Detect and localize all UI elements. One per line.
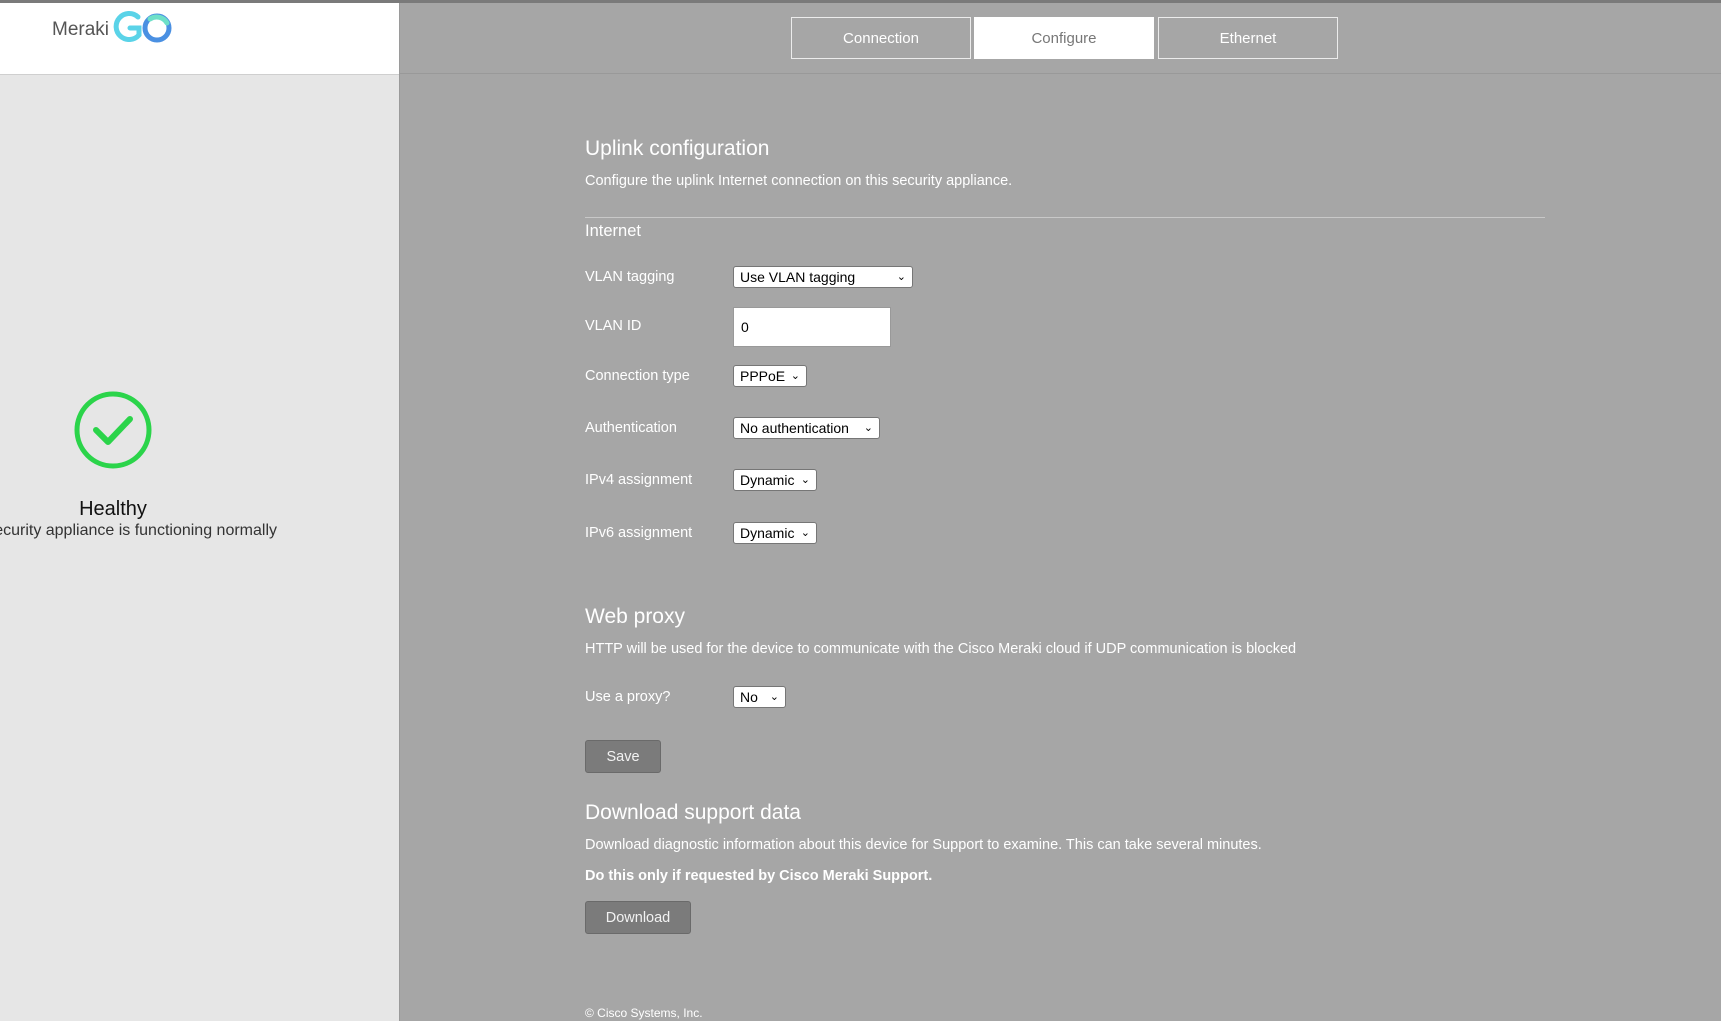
- chevron-down-icon: ⌄: [769, 691, 779, 703]
- chevron-down-icon: ⌄: [800, 474, 810, 486]
- connection-type-label: Connection type: [585, 368, 690, 384]
- ipv4-assignment-value: Dynamic: [740, 472, 795, 488]
- connection-type-value: PPPoE: [740, 368, 786, 384]
- chevron-down-icon: ⌄: [800, 527, 810, 539]
- connection-type-select[interactable]: PPPoE ⌄: [733, 365, 807, 387]
- tab-bar: Connection Configure Ethernet: [400, 3, 1721, 74]
- support-title: Download support data: [585, 801, 801, 824]
- chevron-down-icon: ⌄: [863, 422, 873, 434]
- web-proxy-description: HTTP will be used for the device to comm…: [585, 641, 1297, 657]
- ipv4-assignment-label: IPv4 assignment: [585, 472, 693, 488]
- save-button[interactable]: Save: [585, 740, 661, 773]
- tab-configure[interactable]: Configure: [974, 17, 1154, 59]
- authentication-select[interactable]: No authentication ⌄: [733, 417, 880, 439]
- download-button[interactable]: Download: [585, 901, 691, 934]
- tab-connection[interactable]: Connection: [791, 17, 971, 59]
- ipv6-assignment-select[interactable]: Dynamic ⌄: [733, 522, 817, 544]
- use-proxy-value: No: [740, 689, 758, 705]
- vlan-id-input[interactable]: 0: [733, 307, 891, 347]
- vlan-tagging-select[interactable]: Use VLAN tagging ⌄: [733, 266, 913, 288]
- support-description: Download diagnostic information about th…: [585, 837, 1262, 853]
- logo-text: Meraki: [52, 19, 110, 40]
- vlan-id-label: VLAN ID: [585, 318, 642, 334]
- ipv4-assignment-select[interactable]: Dynamic ⌄: [733, 469, 817, 491]
- footer-copyright: © Cisco Systems, Inc.: [585, 1006, 703, 1020]
- use-proxy-select[interactable]: No ⌄: [733, 686, 786, 708]
- vlan-tagging-label: VLAN tagging: [585, 269, 675, 285]
- main-panel: Connection Configure Ethernet Uplink con…: [400, 3, 1721, 1021]
- ipv6-assignment-label: IPv6 assignment: [585, 525, 693, 541]
- vlan-tagging-value: Use VLAN tagging: [740, 269, 856, 285]
- logo-bar: Meraki: [0, 3, 399, 75]
- ipv6-assignment-value: Dynamic: [740, 525, 795, 541]
- authentication-label: Authentication: [585, 420, 677, 436]
- chevron-down-icon: ⌄: [790, 370, 800, 382]
- support-warning: Do this only if requested by Cisco Merak…: [585, 868, 933, 884]
- uplink-title: Uplink configuration: [585, 137, 770, 160]
- use-proxy-label: Use a proxy?: [585, 689, 671, 705]
- web-proxy-title: Web proxy: [585, 605, 685, 628]
- tab-ethernet[interactable]: Ethernet: [1158, 17, 1338, 59]
- status-title: Healthy: [79, 498, 147, 520]
- sidebar: Meraki Healthy ecurity appliance is func…: [0, 3, 400, 1021]
- meraki-go-logo-icon: [113, 11, 172, 43]
- status-subtitle: ecurity appliance is functioning normall…: [0, 522, 277, 539]
- check-circle-icon: [74, 391, 152, 469]
- internet-section-title: Internet: [585, 222, 641, 240]
- authentication-value: No authentication: [740, 420, 849, 436]
- uplink-description: Configure the uplink Internet connection…: [585, 173, 1013, 189]
- chevron-down-icon: ⌄: [896, 271, 906, 283]
- section-divider: [585, 217, 1545, 218]
